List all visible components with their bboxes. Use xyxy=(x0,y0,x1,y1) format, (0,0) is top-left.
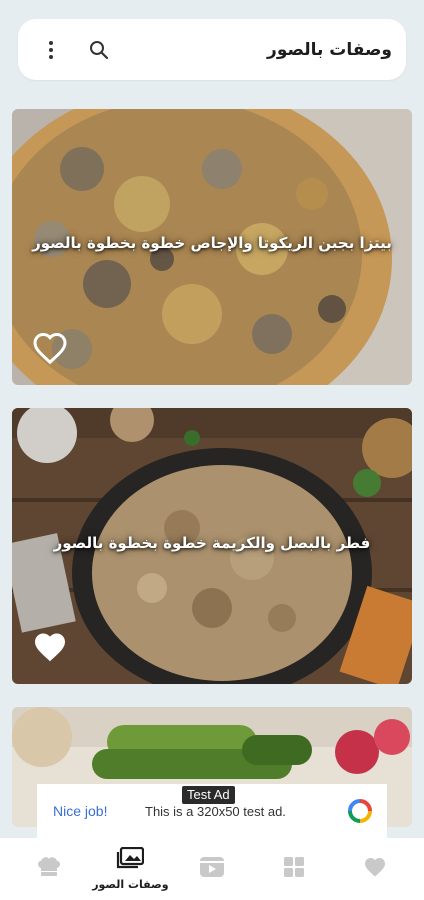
nav-item-videos[interactable] xyxy=(177,842,247,896)
heart-filled-icon[interactable] xyxy=(32,630,68,664)
app-bar: وصفات بالصور xyxy=(18,19,406,80)
heart-icon xyxy=(363,856,387,882)
nav-item-recipes[interactable] xyxy=(14,842,84,896)
recipe-card[interactable]: بيتزا بجبن الريكوتا والإجاص خطوة بخطوة ب… xyxy=(12,109,412,385)
nav-item-favorites[interactable] xyxy=(340,842,410,896)
app-bar-actions xyxy=(38,37,112,63)
grid-icon xyxy=(283,856,305,882)
nav-item-photos[interactable]: وصفات الصور xyxy=(92,842,169,896)
bottom-navigation: وصفات الصور xyxy=(0,838,424,900)
more-vert-icon[interactable] xyxy=(38,37,64,63)
heart-outline-icon[interactable] xyxy=(32,331,68,365)
photo-gallery-icon xyxy=(116,846,145,873)
chef-hat-icon xyxy=(36,856,62,882)
test-ad-badge: Test Ad xyxy=(182,786,235,804)
ad-nice-label: Nice job! xyxy=(53,803,108,819)
nav-item-label: وصفات الصور xyxy=(92,878,169,891)
search-icon[interactable] xyxy=(86,37,112,63)
recipe-card[interactable]: فطر بالبصل والكريمة خطوة بخطوة بالصور xyxy=(12,408,412,684)
recipe-title: فطر بالبصل والكريمة خطوة بخطوة بالصور xyxy=(53,534,371,552)
ad-choices-icon[interactable] xyxy=(347,798,373,824)
ad-text: This is a 320x50 test ad. xyxy=(145,803,286,819)
recipe-title: بيتزا بجبن الريكوتا والإجاص خطوة بخطوة ب… xyxy=(32,234,392,252)
nav-item-categories[interactable] xyxy=(259,842,329,896)
video-icon xyxy=(199,855,225,883)
page-title: وصفات بالصور xyxy=(267,39,392,60)
